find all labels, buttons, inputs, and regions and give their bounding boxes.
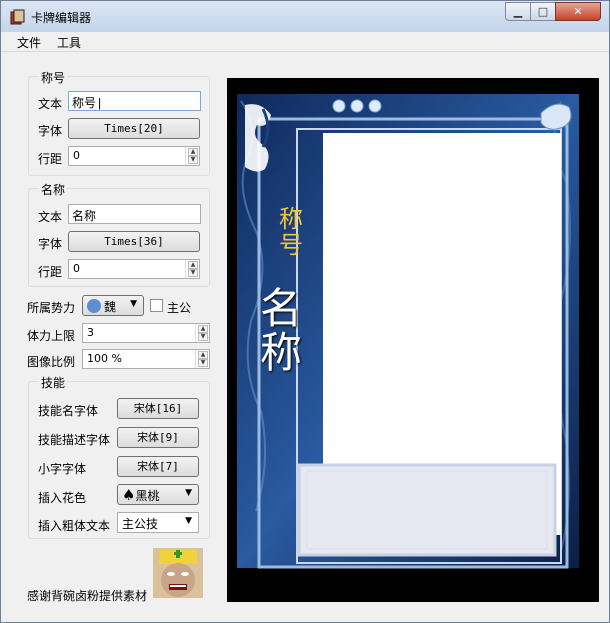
card-name-text: 名称 — [259, 284, 302, 377]
card-title-text: 称号 — [279, 205, 303, 259]
hp-magatama — [332, 99, 382, 113]
app-window: 卡牌编辑器 ▁ □ ✕ 文件 工具 称号 文本 称号| 字体 Times[20]… — [0, 0, 610, 623]
